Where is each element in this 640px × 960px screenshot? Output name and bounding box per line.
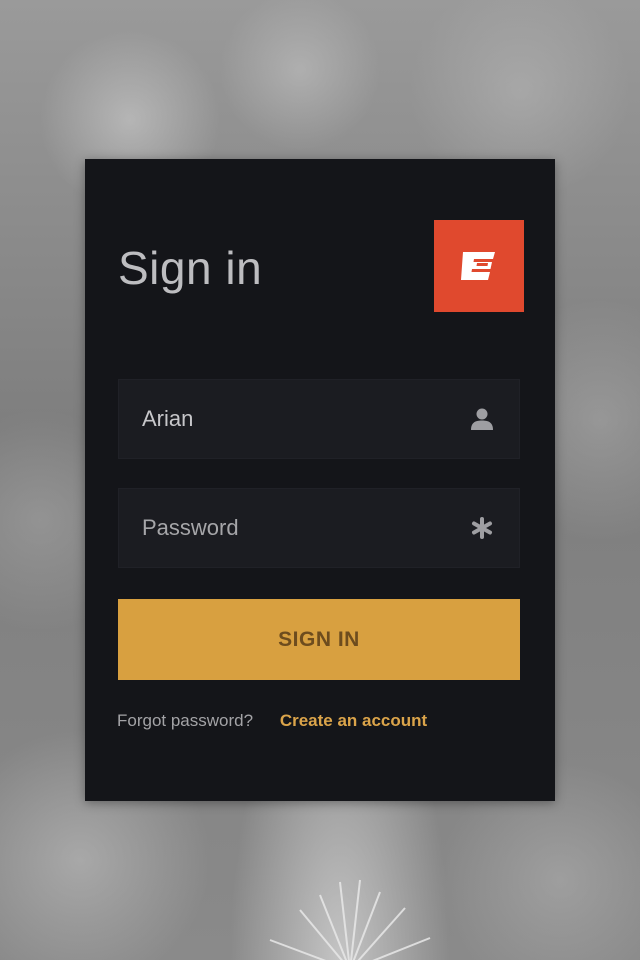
brand-e-logo-icon xyxy=(461,252,495,280)
flower-decoration xyxy=(269,879,431,960)
brand-logo xyxy=(434,220,524,312)
sign-in-button[interactable]: SIGN IN xyxy=(118,599,520,680)
password-field[interactable] xyxy=(119,489,470,567)
username-field-container xyxy=(118,379,520,459)
asterisk-icon xyxy=(470,516,494,540)
page-title: Sign in xyxy=(118,242,263,294)
signin-card: Sign in SIGN IN F xyxy=(85,159,555,801)
create-account-link[interactable]: Create an account xyxy=(280,711,427,730)
password-field-container xyxy=(118,488,520,568)
user-icon xyxy=(470,407,494,431)
forgot-password-link[interactable]: Forgot password? xyxy=(117,711,253,730)
username-field[interactable] xyxy=(119,380,470,458)
account-links: Forgot password? Create an account xyxy=(117,711,427,731)
